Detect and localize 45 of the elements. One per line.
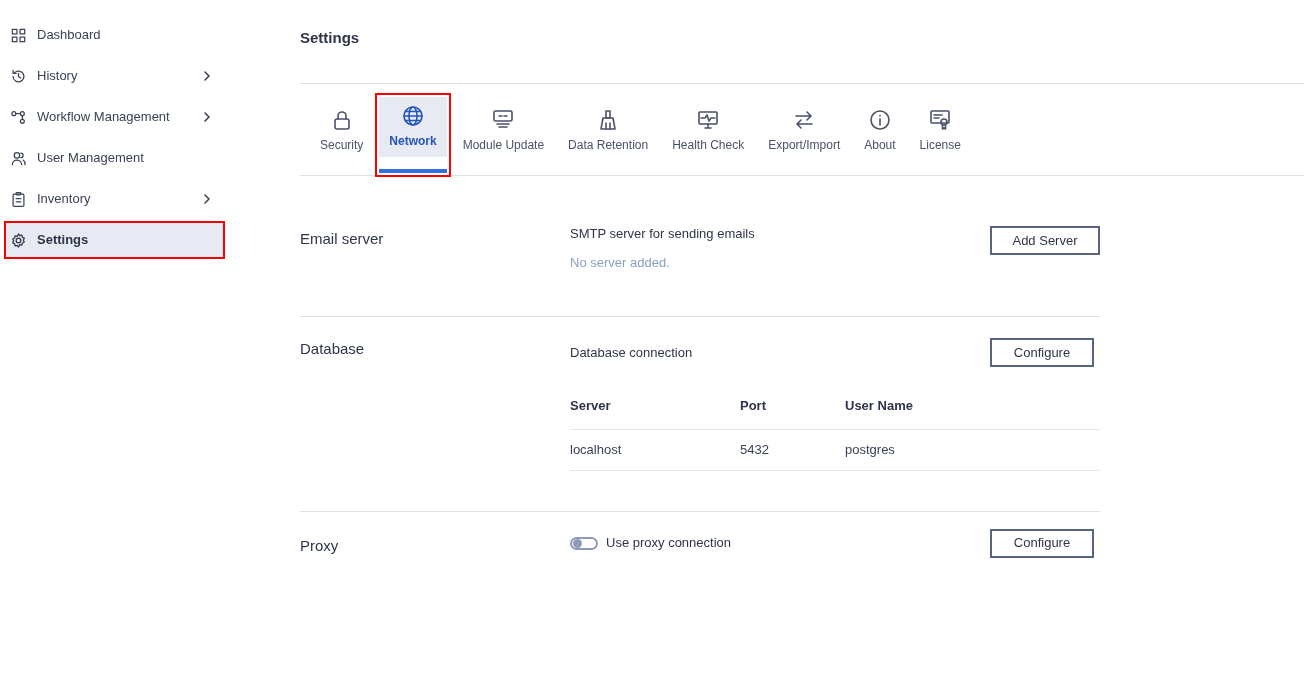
section-heading: Proxy (300, 536, 339, 554)
tab[interactable]: Data Retention (558, 101, 659, 160)
toggle-switch[interactable] (570, 536, 598, 550)
grid-icon (10, 26, 27, 44)
sidebar-item[interactable]: User Management (5, 140, 224, 176)
button[interactable]: Add Server (990, 226, 1100, 255)
history-icon (10, 67, 27, 85)
tab[interactable]: License (909, 101, 971, 160)
globe-icon (402, 105, 425, 127)
table-cell: 5432 (740, 429, 845, 470)
users-icon (10, 149, 27, 167)
swap-arrows-icon (793, 109, 816, 131)
table-cell: localhost (570, 429, 740, 470)
section-heading: Database (300, 340, 365, 357)
tab[interactable]: Module Update (452, 101, 555, 160)
sidebar-item[interactable]: Settings (5, 222, 224, 258)
column-header: User Name (845, 387, 1100, 429)
sidebar-item[interactable]: Workflow Management (5, 99, 224, 135)
button[interactable]: Configure (990, 528, 1094, 558)
tab[interactable]: Network (379, 97, 447, 157)
page-title: Settings (300, 28, 360, 47)
nodes-icon (10, 108, 27, 126)
button[interactable]: Configure (990, 338, 1094, 367)
column-header: Port (740, 387, 845, 429)
monitor-pulse-icon (697, 109, 720, 131)
stacked-display-icon (492, 109, 515, 131)
empty-note: No server added. (570, 253, 670, 272)
active-tab-indicator (379, 169, 447, 173)
section-label: Database connection (570, 343, 693, 362)
tab[interactable]: Security (310, 101, 374, 160)
tab[interactable]: About (854, 101, 906, 160)
certificate-icon (929, 109, 952, 131)
clipboard-icon (10, 190, 27, 208)
tab[interactable]: Export/Import (758, 101, 851, 160)
column-header: Server (570, 387, 740, 429)
toggle-label: Use proxy connection (606, 534, 731, 553)
section-label: SMTP server for sending emails (570, 225, 755, 243)
sidebar-item[interactable]: Dashboard (5, 17, 224, 53)
info-icon (868, 109, 891, 131)
tab[interactable]: Health Check (662, 101, 755, 160)
sidebar-item[interactable]: History (5, 58, 224, 94)
settings-icon (10, 231, 27, 249)
section-heading: Email server (300, 230, 384, 247)
sidebar-item[interactable]: Inventory (5, 181, 224, 217)
table-cell: postgres (845, 429, 1100, 470)
